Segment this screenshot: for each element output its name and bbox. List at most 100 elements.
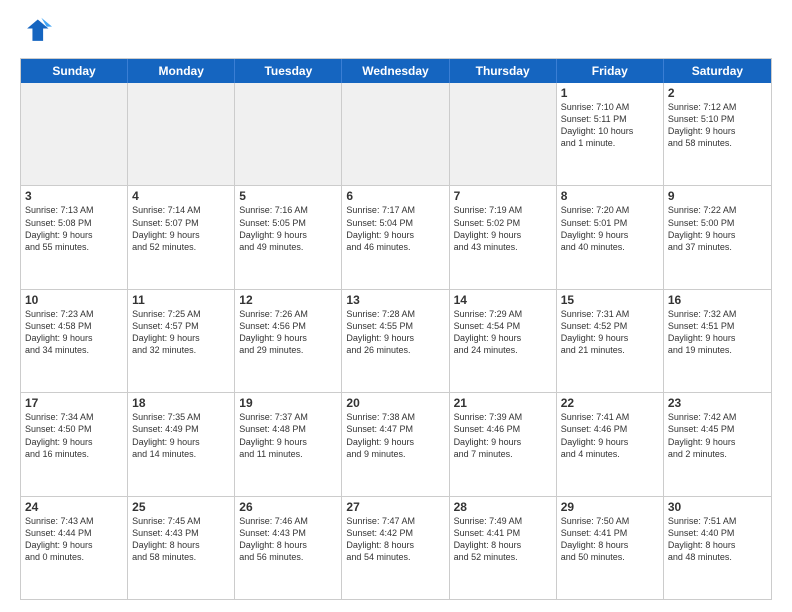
day-number: 13 [346,293,444,307]
day-info: Sunrise: 7:19 AMSunset: 5:02 PMDaylight:… [454,204,552,253]
day-number: 7 [454,189,552,203]
calendar-header: SundayMondayTuesdayWednesdayThursdayFrid… [21,59,771,83]
day-number: 26 [239,500,337,514]
calendar-body: 1Sunrise: 7:10 AMSunset: 5:11 PMDaylight… [21,83,771,599]
empty-cell [235,83,342,185]
day-cell-4: 4Sunrise: 7:14 AMSunset: 5:07 PMDaylight… [128,186,235,288]
day-number: 2 [668,86,767,100]
day-info: Sunrise: 7:23 AMSunset: 4:58 PMDaylight:… [25,308,123,357]
day-cell-16: 16Sunrise: 7:32 AMSunset: 4:51 PMDayligh… [664,290,771,392]
day-cell-20: 20Sunrise: 7:38 AMSunset: 4:47 PMDayligh… [342,393,449,495]
day-cell-5: 5Sunrise: 7:16 AMSunset: 5:05 PMDaylight… [235,186,342,288]
day-info: Sunrise: 7:31 AMSunset: 4:52 PMDaylight:… [561,308,659,357]
day-number: 12 [239,293,337,307]
day-info: Sunrise: 7:22 AMSunset: 5:00 PMDaylight:… [668,204,767,253]
day-number: 29 [561,500,659,514]
day-number: 20 [346,396,444,410]
day-info: Sunrise: 7:13 AMSunset: 5:08 PMDaylight:… [25,204,123,253]
day-cell-11: 11Sunrise: 7:25 AMSunset: 4:57 PMDayligh… [128,290,235,392]
day-info: Sunrise: 7:10 AMSunset: 5:11 PMDaylight:… [561,101,659,150]
day-number: 17 [25,396,123,410]
week-row-1: 1Sunrise: 7:10 AMSunset: 5:11 PMDaylight… [21,83,771,185]
day-cell-14: 14Sunrise: 7:29 AMSunset: 4:54 PMDayligh… [450,290,557,392]
day-info: Sunrise: 7:41 AMSunset: 4:46 PMDaylight:… [561,411,659,460]
day-info: Sunrise: 7:29 AMSunset: 4:54 PMDaylight:… [454,308,552,357]
header-day-saturday: Saturday [664,59,771,83]
day-cell-8: 8Sunrise: 7:20 AMSunset: 5:01 PMDaylight… [557,186,664,288]
week-row-3: 10Sunrise: 7:23 AMSunset: 4:58 PMDayligh… [21,289,771,392]
day-cell-3: 3Sunrise: 7:13 AMSunset: 5:08 PMDaylight… [21,186,128,288]
day-info: Sunrise: 7:14 AMSunset: 5:07 PMDaylight:… [132,204,230,253]
day-number: 10 [25,293,123,307]
day-info: Sunrise: 7:46 AMSunset: 4:43 PMDaylight:… [239,515,337,564]
day-cell-9: 9Sunrise: 7:22 AMSunset: 5:00 PMDaylight… [664,186,771,288]
day-cell-30: 30Sunrise: 7:51 AMSunset: 4:40 PMDayligh… [664,497,771,599]
header-day-wednesday: Wednesday [342,59,449,83]
day-number: 11 [132,293,230,307]
day-info: Sunrise: 7:25 AMSunset: 4:57 PMDaylight:… [132,308,230,357]
day-number: 25 [132,500,230,514]
day-cell-26: 26Sunrise: 7:46 AMSunset: 4:43 PMDayligh… [235,497,342,599]
day-number: 9 [668,189,767,203]
day-cell-23: 23Sunrise: 7:42 AMSunset: 4:45 PMDayligh… [664,393,771,495]
empty-cell [342,83,449,185]
week-row-4: 17Sunrise: 7:34 AMSunset: 4:50 PMDayligh… [21,392,771,495]
day-cell-22: 22Sunrise: 7:41 AMSunset: 4:46 PMDayligh… [557,393,664,495]
day-cell-21: 21Sunrise: 7:39 AMSunset: 4:46 PMDayligh… [450,393,557,495]
day-info: Sunrise: 7:51 AMSunset: 4:40 PMDaylight:… [668,515,767,564]
day-cell-1: 1Sunrise: 7:10 AMSunset: 5:11 PMDaylight… [557,83,664,185]
day-info: Sunrise: 7:17 AMSunset: 5:04 PMDaylight:… [346,204,444,253]
header-day-tuesday: Tuesday [235,59,342,83]
day-info: Sunrise: 7:43 AMSunset: 4:44 PMDaylight:… [25,515,123,564]
day-info: Sunrise: 7:16 AMSunset: 5:05 PMDaylight:… [239,204,337,253]
day-info: Sunrise: 7:35 AMSunset: 4:49 PMDaylight:… [132,411,230,460]
day-cell-29: 29Sunrise: 7:50 AMSunset: 4:41 PMDayligh… [557,497,664,599]
header-day-monday: Monday [128,59,235,83]
day-info: Sunrise: 7:34 AMSunset: 4:50 PMDaylight:… [25,411,123,460]
week-row-5: 24Sunrise: 7:43 AMSunset: 4:44 PMDayligh… [21,496,771,599]
header [20,16,772,48]
empty-cell [450,83,557,185]
day-info: Sunrise: 7:45 AMSunset: 4:43 PMDaylight:… [132,515,230,564]
day-cell-2: 2Sunrise: 7:12 AMSunset: 5:10 PMDaylight… [664,83,771,185]
calendar: SundayMondayTuesdayWednesdayThursdayFrid… [20,58,772,600]
day-cell-18: 18Sunrise: 7:35 AMSunset: 4:49 PMDayligh… [128,393,235,495]
day-info: Sunrise: 7:32 AMSunset: 4:51 PMDaylight:… [668,308,767,357]
day-info: Sunrise: 7:42 AMSunset: 4:45 PMDaylight:… [668,411,767,460]
day-cell-10: 10Sunrise: 7:23 AMSunset: 4:58 PMDayligh… [21,290,128,392]
day-number: 6 [346,189,444,203]
day-cell-27: 27Sunrise: 7:47 AMSunset: 4:42 PMDayligh… [342,497,449,599]
header-day-sunday: Sunday [21,59,128,83]
day-info: Sunrise: 7:38 AMSunset: 4:47 PMDaylight:… [346,411,444,460]
day-cell-28: 28Sunrise: 7:49 AMSunset: 4:41 PMDayligh… [450,497,557,599]
empty-cell [128,83,235,185]
day-number: 28 [454,500,552,514]
empty-cell [21,83,128,185]
day-number: 24 [25,500,123,514]
day-cell-24: 24Sunrise: 7:43 AMSunset: 4:44 PMDayligh… [21,497,128,599]
day-number: 18 [132,396,230,410]
day-number: 8 [561,189,659,203]
day-info: Sunrise: 7:28 AMSunset: 4:55 PMDaylight:… [346,308,444,357]
day-info: Sunrise: 7:12 AMSunset: 5:10 PMDaylight:… [668,101,767,150]
day-cell-17: 17Sunrise: 7:34 AMSunset: 4:50 PMDayligh… [21,393,128,495]
day-number: 16 [668,293,767,307]
header-day-thursday: Thursday [450,59,557,83]
day-cell-25: 25Sunrise: 7:45 AMSunset: 4:43 PMDayligh… [128,497,235,599]
day-cell-7: 7Sunrise: 7:19 AMSunset: 5:02 PMDaylight… [450,186,557,288]
day-number: 1 [561,86,659,100]
day-info: Sunrise: 7:47 AMSunset: 4:42 PMDaylight:… [346,515,444,564]
page: SundayMondayTuesdayWednesdayThursdayFrid… [0,0,792,612]
day-cell-13: 13Sunrise: 7:28 AMSunset: 4:55 PMDayligh… [342,290,449,392]
day-info: Sunrise: 7:26 AMSunset: 4:56 PMDaylight:… [239,308,337,357]
day-cell-12: 12Sunrise: 7:26 AMSunset: 4:56 PMDayligh… [235,290,342,392]
logo [20,16,56,48]
day-info: Sunrise: 7:37 AMSunset: 4:48 PMDaylight:… [239,411,337,460]
day-info: Sunrise: 7:50 AMSunset: 4:41 PMDaylight:… [561,515,659,564]
day-number: 19 [239,396,337,410]
day-cell-15: 15Sunrise: 7:31 AMSunset: 4:52 PMDayligh… [557,290,664,392]
week-row-2: 3Sunrise: 7:13 AMSunset: 5:08 PMDaylight… [21,185,771,288]
day-number: 22 [561,396,659,410]
day-number: 30 [668,500,767,514]
day-number: 15 [561,293,659,307]
